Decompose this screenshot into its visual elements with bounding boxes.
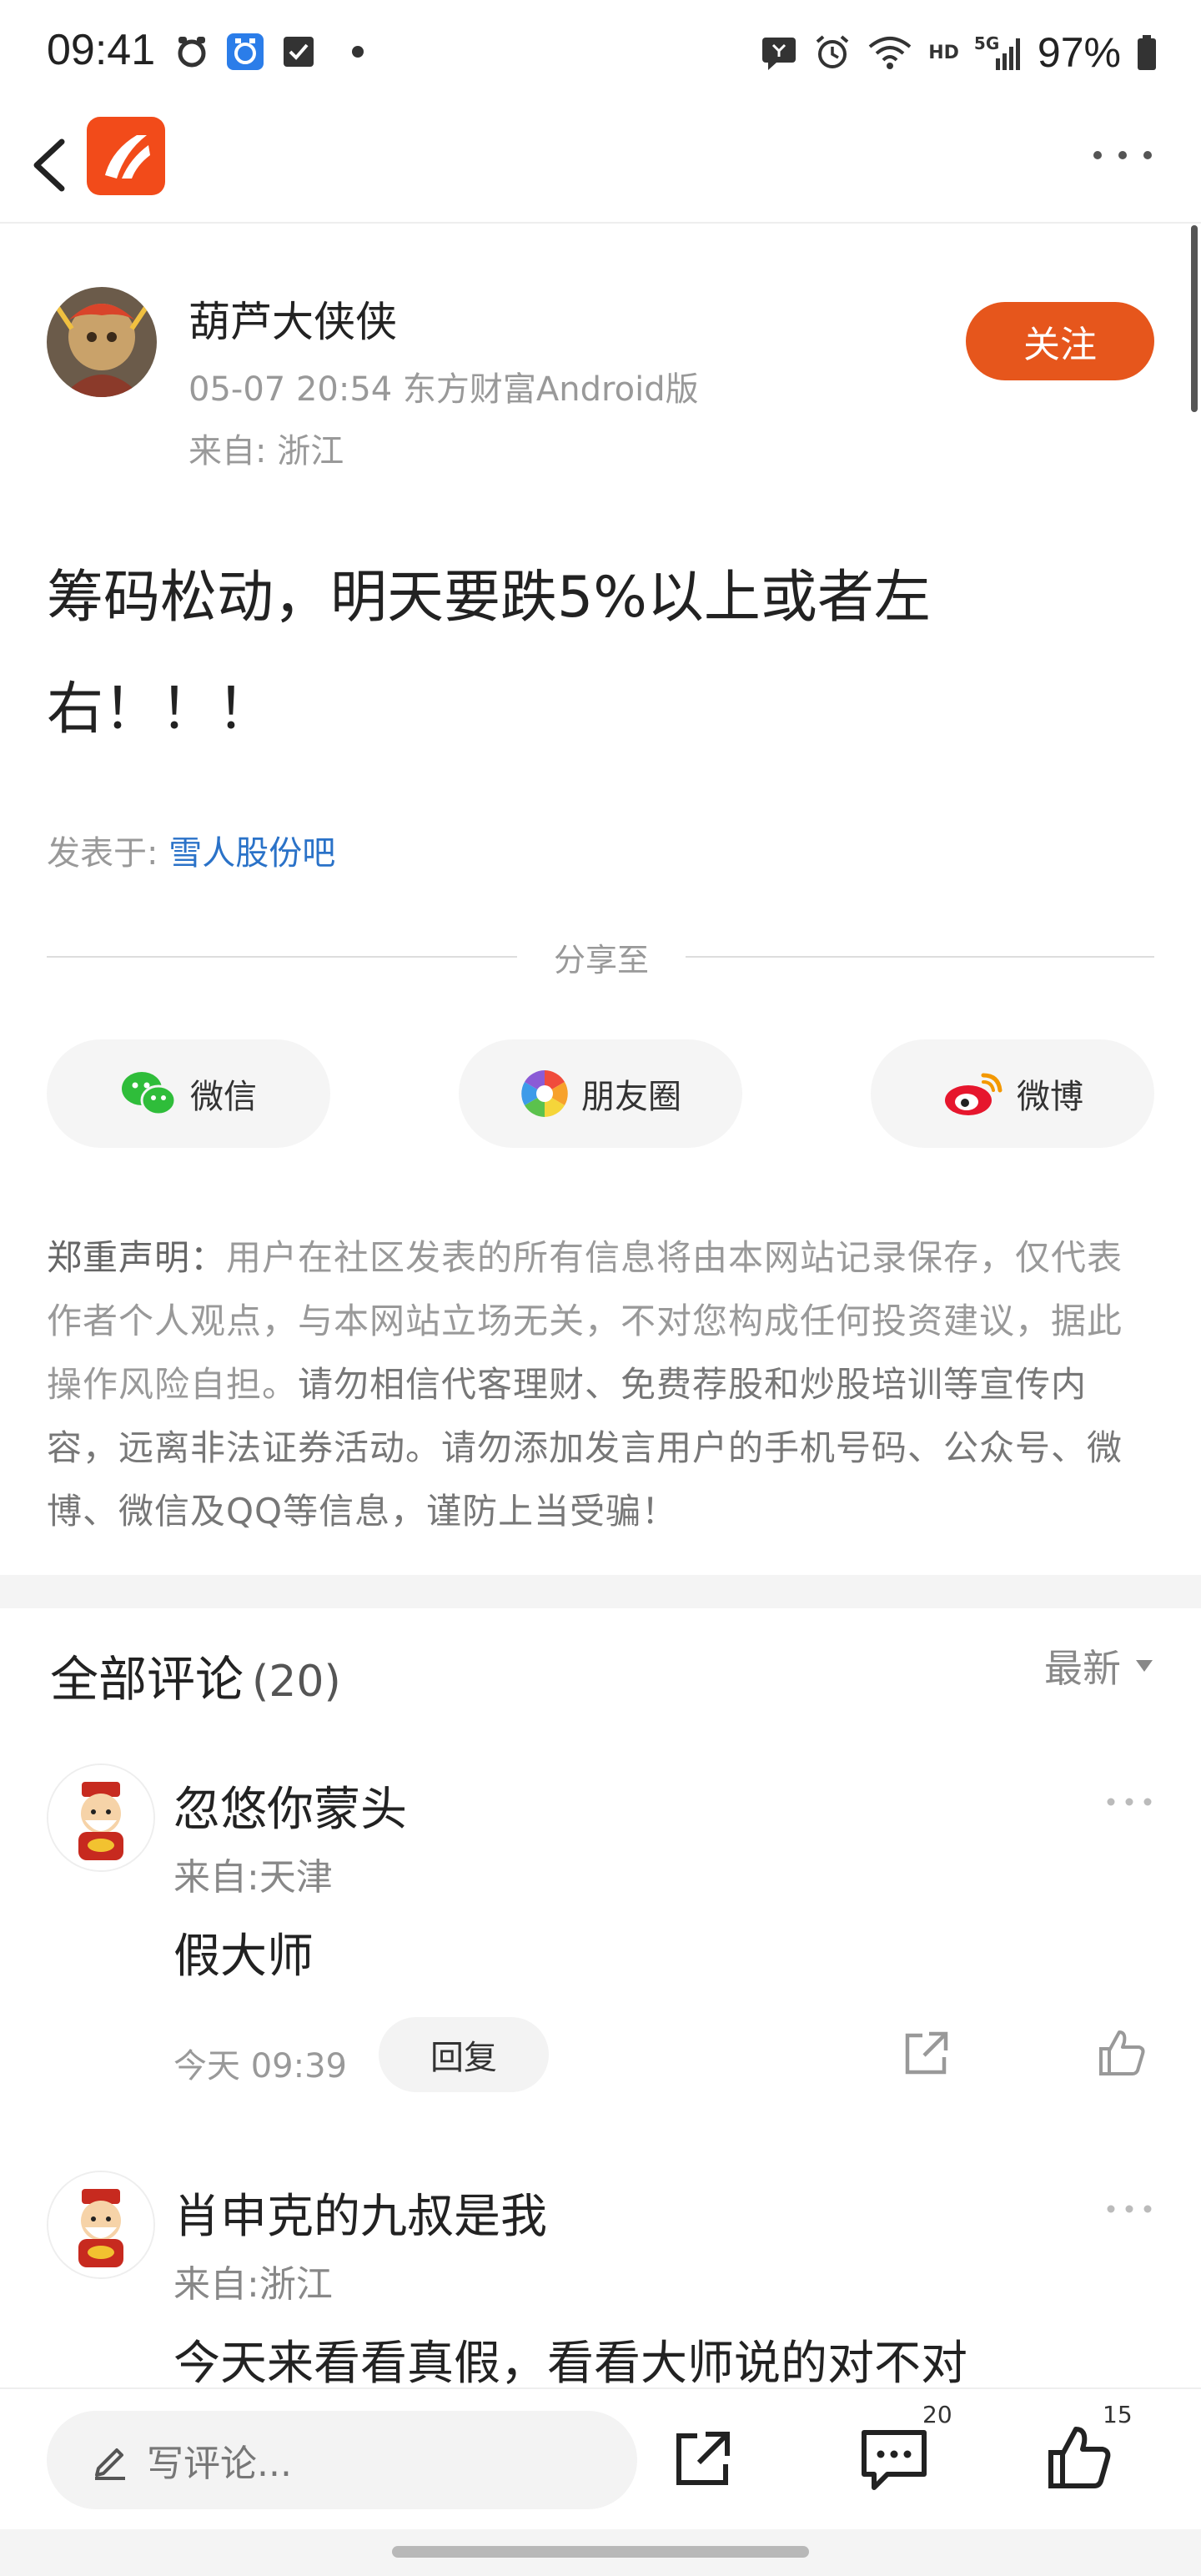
hd-indicator: HD: [928, 42, 959, 63]
commenter-name[interactable]: 忽悠你蒙头: [173, 1772, 407, 1839]
write-comment-input[interactable]: 写评论...: [47, 2411, 637, 2509]
comment-icon[interactable]: [859, 2426, 929, 2493]
section-separator: [0, 1575, 1201, 1608]
comments-title: 全部评论: [50, 1651, 244, 1708]
moments-aperture-icon: [521, 1070, 568, 1117]
status-notification-icons: [172, 32, 364, 72]
commenter-avatar[interactable]: [47, 1763, 155, 1872]
like-count-badge: 15: [1103, 2401, 1133, 2428]
author-avatar[interactable]: [47, 287, 157, 397]
divider: [47, 956, 517, 958]
more-notifications-dot-icon: [352, 46, 364, 58]
comment-more-icon[interactable]: [1104, 2202, 1154, 2216]
posted-in-label: 发表于:: [47, 834, 169, 873]
battery-percent: 97%: [1037, 29, 1121, 76]
commenter-avatar[interactable]: [47, 2171, 155, 2279]
share-moments-button[interactable]: 朋友圈: [459, 1039, 742, 1148]
comment-item: 忽悠你蒙头 来自:天津 假大师 今天 09:39 回复: [0, 1763, 1201, 2114]
page-scrollbar[interactable]: [1191, 225, 1198, 412]
status-bar: 09:41 HD 5G 97%: [0, 0, 1201, 107]
sort-label: 最新: [1044, 1646, 1121, 1691]
disclaimer-text: 郑重声明：用户在社区发表的所有信息将由本网站记录保存，仅代表作者个人观点，与本网…: [47, 1226, 1156, 1543]
checkbox-app-icon: [284, 37, 314, 67]
share-wechat-label: 微信: [190, 1078, 257, 1116]
message-icon: [762, 38, 796, 70]
author-location: 来自: 浙江: [188, 432, 344, 470]
comment-text: 假大师: [173, 1929, 314, 1984]
posted-in: 发表于: 雪人股份吧: [47, 826, 335, 874]
status-system-icons: HD 5G 97%: [760, 28, 1158, 77]
cell-signal-icon: 5G: [974, 33, 1023, 72]
disclaimer-head: 郑重声明：: [47, 1237, 227, 1278]
share-icon[interactable]: [671, 2428, 734, 2491]
battery-icon: [1138, 35, 1156, 70]
share-title: 分享至: [553, 942, 649, 979]
comments-header: 全部评论 (20): [50, 1640, 341, 1710]
like-icon[interactable]: [1046, 2424, 1113, 2491]
caret-down-icon: [1136, 1660, 1153, 1672]
comment-share-icon[interactable]: [901, 2029, 951, 2079]
share-weibo-button[interactable]: 微博: [871, 1039, 1154, 1148]
write-comment-placeholder: 写评论...: [147, 2443, 292, 2485]
more-dots-icon[interactable]: [1091, 145, 1154, 165]
commenter-location: 来自:天津: [173, 1856, 333, 1899]
reply-button[interactable]: 回复: [379, 2017, 549, 2092]
post-line-1: 筹码松动，明天要跌5%以上或者左: [47, 565, 931, 631]
commenter-location: 来自:浙江: [173, 2263, 333, 2306]
home-indicator[interactable]: [392, 2546, 809, 2558]
wifi-icon: [868, 37, 912, 69]
post-line-2: 右！！！: [47, 677, 274, 742]
alarm-app-icon: [178, 37, 206, 68]
comments-count: (20): [252, 1657, 341, 1707]
share-weibo-label: 微博: [1017, 1078, 1083, 1116]
comment-item: 肖申克的九叔是我 来自:浙江 今天来看看真假，看看大师说的对不对: [0, 2171, 1201, 2387]
divider: [686, 956, 1154, 958]
comment-like-icon[interactable]: [1096, 2027, 1148, 2079]
follow-button[interactable]: 关注: [966, 302, 1154, 380]
comment-text: 今天来看看真假，看看大师说的对不对: [173, 2337, 967, 2387]
post-content: 筹码松动，明天要跌5%以上或者左 右！！！: [47, 542, 1073, 766]
bottom-action-bar: 写评论... 20 15: [0, 2387, 1201, 2529]
wechat-icon: [122, 1072, 177, 1116]
stock-bar-link[interactable]: 雪人股份吧: [168, 834, 335, 873]
status-time: 09:41: [47, 26, 156, 74]
author-name[interactable]: 葫芦大侠侠: [188, 289, 397, 349]
post-meta: 05-07 20:54 东方财富Android版: [188, 370, 699, 409]
top-nav-bar: [0, 107, 1201, 224]
share-moments-label: 朋友圈: [581, 1078, 681, 1116]
alarm-clock-icon: [816, 35, 849, 68]
sort-dropdown[interactable]: 最新: [1044, 1638, 1154, 1693]
comment-count-badge: 20: [922, 2401, 952, 2428]
pencil-icon: [95, 2448, 125, 2480]
back-chevron-icon[interactable]: [23, 123, 90, 207]
comment-time: 今天 09:39: [173, 2047, 347, 2085]
commenter-name[interactable]: 肖申克的九叔是我: [173, 2179, 547, 2246]
comment-more-icon[interactable]: [1104, 1795, 1154, 1809]
security-app-icon: [227, 33, 264, 70]
weibo-icon: [945, 1073, 1003, 1115]
share-wechat-button[interactable]: 微信: [47, 1039, 330, 1148]
eastmoney-logo-icon[interactable]: [87, 117, 165, 195]
